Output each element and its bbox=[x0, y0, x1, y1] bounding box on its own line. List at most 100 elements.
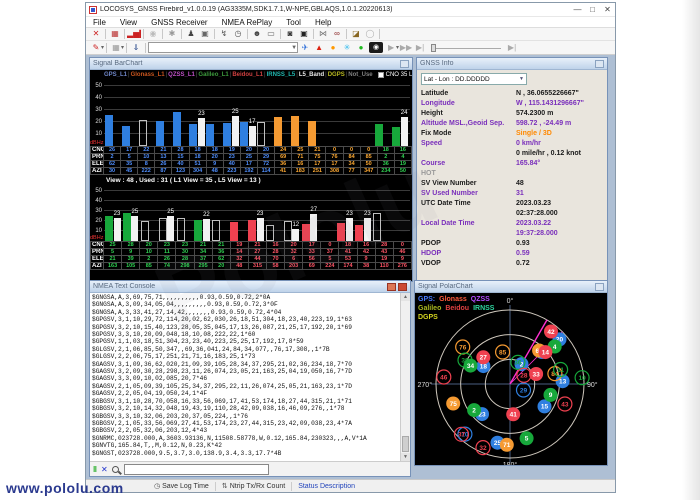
table-cell: 19 bbox=[223, 147, 240, 154]
scroll-down-icon[interactable]: ▼ bbox=[401, 453, 410, 461]
send-icon[interactable]: ✈ bbox=[298, 42, 312, 54]
settings-icon[interactable]: ✱ bbox=[165, 28, 179, 40]
save-log-icon[interactable]: ▦ bbox=[108, 28, 122, 40]
user-icon[interactable]: ☻ bbox=[250, 28, 264, 40]
connect-icon[interactable]: ✕ bbox=[89, 28, 103, 40]
nmea-console-title: NMEA Text Console bbox=[93, 283, 385, 290]
checkbox-cno-35-line[interactable]: CNO 35 Line bbox=[378, 72, 412, 78]
scroll-up-icon[interactable]: ▲ bbox=[401, 293, 410, 301]
record-icon[interactable]: ◉ bbox=[146, 28, 160, 40]
rover-icon[interactable]: ♟ bbox=[184, 28, 198, 40]
table-cell: 62 bbox=[104, 161, 121, 168]
bowtie-icon[interactable]: ⋈ bbox=[316, 28, 330, 40]
capture-icon[interactable]: ◙ bbox=[283, 28, 297, 40]
panel-close-icon[interactable] bbox=[398, 283, 407, 291]
window-title: LOCOSYS_GNSS Firebird_v1.0.0.19 (AG3335M… bbox=[100, 6, 570, 13]
maximize-button[interactable]: □ bbox=[585, 3, 600, 16]
menu-nmea-replay[interactable]: NMEA RePlay bbox=[215, 18, 280, 27]
panel-maximize-icon[interactable] bbox=[400, 60, 409, 68]
pause-icon[interactable]: ‖ bbox=[93, 465, 97, 474]
l5-cno-label: 23 bbox=[111, 211, 123, 217]
table-cell: 30 bbox=[104, 168, 121, 175]
svg-text:41: 41 bbox=[510, 412, 518, 419]
tag-icon[interactable]: ◪ bbox=[349, 28, 363, 40]
menu-view[interactable]: View bbox=[113, 18, 144, 27]
select-region-icon[interactable]: ▭ bbox=[264, 28, 278, 40]
binoculars-icon[interactable]: ∞ bbox=[330, 28, 344, 40]
serial-port-icon[interactable]: ↯ bbox=[217, 28, 231, 40]
command-combobox[interactable]: ▼ bbox=[148, 42, 298, 53]
svg-text:90°: 90° bbox=[587, 381, 598, 389]
menu-file[interactable]: File bbox=[86, 18, 113, 27]
clock-icon[interactable]: ◷ bbox=[231, 28, 245, 40]
table-cell: 0 bbox=[360, 147, 377, 154]
table-cell: 17 bbox=[326, 161, 343, 168]
menu-help[interactable]: Help bbox=[308, 18, 338, 27]
clear-icon[interactable]: ✕ bbox=[101, 465, 108, 474]
panel-maximize-icon[interactable] bbox=[595, 60, 604, 68]
svg-text:11: 11 bbox=[557, 367, 564, 374]
panel-maximize-icon[interactable] bbox=[595, 283, 604, 291]
table-cell: 39 bbox=[122, 256, 140, 263]
nmea-scrollbar[interactable]: ▲ ▼ bbox=[400, 293, 410, 461]
panel-restore-icon[interactable] bbox=[387, 283, 396, 291]
l5-cno-label: 22 bbox=[200, 212, 212, 218]
warm-start-icon[interactable]: ● bbox=[326, 42, 340, 54]
menu-bar: FileViewGNSS ReceiverNMEA RePlayToolHelp bbox=[86, 17, 615, 28]
replay-slider[interactable] bbox=[431, 43, 501, 53]
minimize-button[interactable]: — bbox=[570, 3, 585, 16]
latlon-format-dropdown[interactable]: Lat - Lon : DD.DDDDD ▼ bbox=[421, 73, 527, 85]
updown-icon: ⇅ bbox=[222, 482, 228, 490]
table-cell: 21 bbox=[309, 147, 326, 154]
camera-icon[interactable]: ◉ bbox=[369, 42, 383, 53]
table-cell: 5 bbox=[104, 249, 122, 256]
signal-bar-l1-gal30 bbox=[177, 218, 185, 241]
fast-forward-icon[interactable]: ▶▶ bbox=[399, 42, 413, 54]
svg-text:15: 15 bbox=[541, 404, 549, 411]
stage: Pololu LOCOSYS_GNSS Firebird_v1.0.0.19 (… bbox=[0, 0, 700, 500]
step-icon[interactable]: ▶| bbox=[413, 42, 427, 54]
table-cell: 34 bbox=[343, 161, 360, 168]
full-cold-start-icon[interactable]: ● bbox=[354, 42, 368, 54]
nmea-search-input[interactable] bbox=[124, 464, 269, 475]
base-station-icon[interactable]: ▣ bbox=[198, 28, 212, 40]
nmea-sentence: $GBGSV,3,1,10,28,70,058,16,33,56,069,17,… bbox=[92, 398, 399, 405]
signal-bars-icon[interactable]: ▂▅▇ bbox=[127, 28, 141, 40]
nmea-sentence: $GNGSA,A,3,69,75,71,,,,,,,,,,0.93,0.59,0… bbox=[92, 294, 399, 301]
gnss-info-title: GNSS Info bbox=[420, 60, 593, 67]
status-ntrip-tx-rx-count[interactable]: ⇅Ntrip Tx/Rx Count bbox=[222, 482, 285, 490]
table-cell: 10 bbox=[138, 154, 155, 161]
table-cell: 19 bbox=[230, 242, 248, 249]
close-button[interactable]: ✕ bbox=[600, 3, 615, 16]
table-cell: 14 bbox=[230, 249, 248, 256]
scroll-thumb[interactable] bbox=[402, 436, 409, 452]
table-cell: 11 bbox=[158, 249, 176, 256]
table-cell: 29 bbox=[257, 154, 274, 161]
status-status-description[interactable]: Status Description bbox=[298, 483, 355, 490]
signal-bar-l1-bds33 bbox=[302, 224, 310, 241]
status-save-log-time[interactable]: ◷Save Log Time bbox=[154, 482, 209, 490]
info-row-latitude: LatitudeN , 36.0655226667" bbox=[421, 89, 603, 99]
menu-tool[interactable]: Tool bbox=[279, 18, 308, 27]
hot-start-icon[interactable]: ▲ bbox=[312, 42, 326, 54]
menu-gnss-receiver[interactable]: GNSS Receiver bbox=[144, 18, 214, 27]
title-bar: LOCOSYS_GNSS Firebird_v1.0.0.19 (AG3335M… bbox=[86, 3, 615, 17]
monitor-icon[interactable]: ▣ bbox=[297, 28, 311, 40]
svg-text:34: 34 bbox=[467, 363, 475, 370]
table-cell: 114 bbox=[257, 168, 274, 175]
download-log-icon[interactable]: ⇓ bbox=[129, 42, 143, 54]
nmea-sentence: $GNGSA,A,3,09,34,05,04,,,,,,,,,0.93,0.59… bbox=[92, 301, 399, 308]
table-cell: 18 bbox=[377, 147, 394, 154]
search-icon[interactable] bbox=[112, 466, 119, 473]
row-header-azi: AZI bbox=[91, 263, 104, 270]
nmea-console-panel: NMEA Text Console $GNGSA,A,3,69,75,71,,,… bbox=[89, 280, 411, 477]
clock-icon: ◷ bbox=[154, 482, 160, 490]
l5-cno-label: 12 bbox=[290, 222, 302, 228]
signal-bar-l1-gal5 bbox=[105, 216, 113, 241]
table-cell: 9 bbox=[206, 161, 223, 168]
end-icon[interactable]: ▶| bbox=[505, 42, 519, 54]
table-cell: 2 bbox=[104, 154, 121, 161]
disabled-icon[interactable]: ◯ bbox=[363, 28, 377, 40]
table-cell: 41 bbox=[275, 168, 292, 175]
cold-start-icon[interactable]: ✳ bbox=[340, 42, 354, 54]
